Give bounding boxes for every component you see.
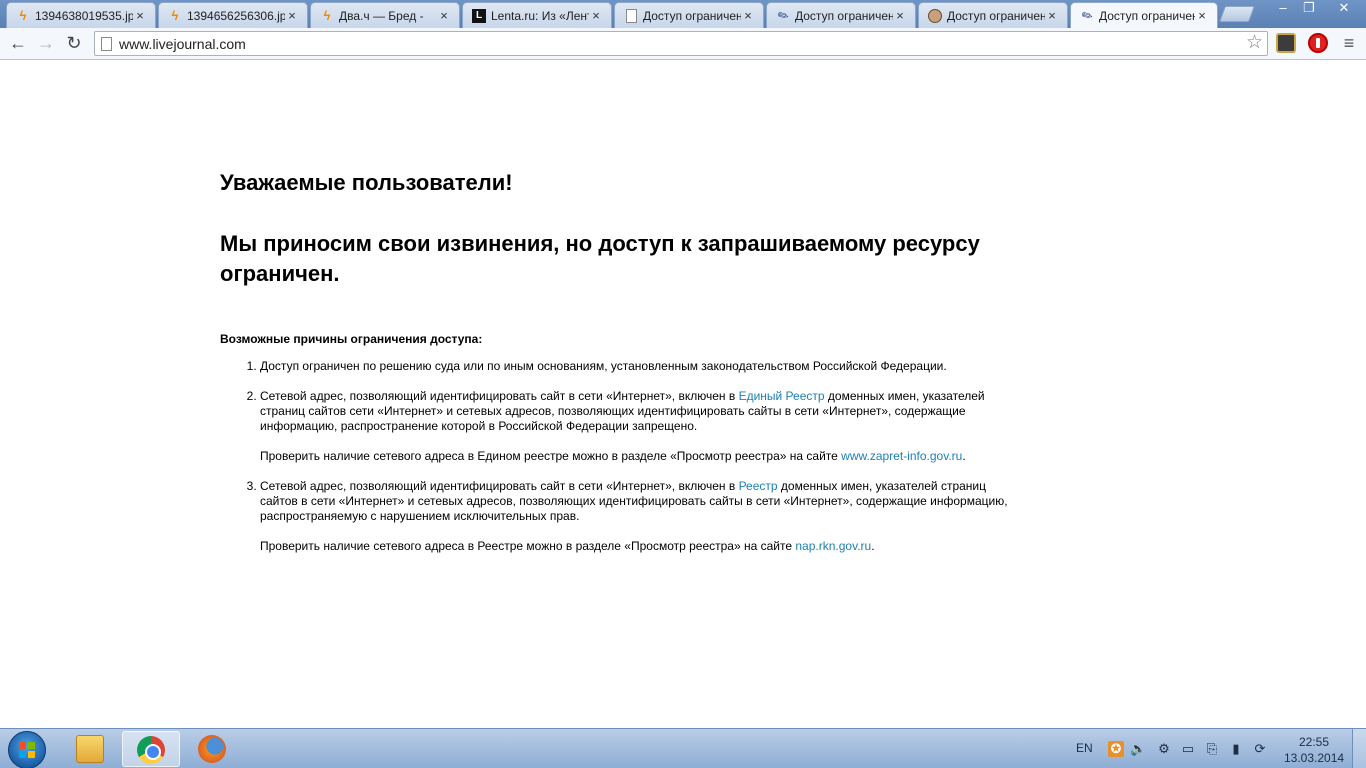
tab-2[interactable]: ϟ 1394656256306.jpg × [158, 2, 308, 28]
reason-item: Сетевой адрес, позволяющий идентифициров… [260, 479, 1010, 554]
monitor-icon[interactable]: ▭ [1180, 741, 1196, 757]
chrome-menu-button[interactable]: ≡ [1340, 33, 1358, 53]
lenta-icon: L [471, 8, 487, 24]
volume-icon[interactable]: 🔈 [1130, 741, 1146, 757]
tab-1[interactable]: ϟ 1394638019535.jpg × [6, 2, 156, 28]
reasons-heading: Возможные причины ограничения доступа: [220, 332, 483, 346]
tab-title: Lenta.ru: Из «Лент [491, 8, 589, 23]
url-text[interactable]: www.livejournal.com [119, 36, 246, 52]
show-desktop-button[interactable] [1352, 729, 1366, 768]
new-tab-button[interactable] [1219, 6, 1255, 22]
signal-icon[interactable]: ▮ [1228, 741, 1244, 757]
clock-date: 13.03.2014 [1284, 751, 1345, 765]
registry-check-text: Проверить наличие сетевого адреса в Реес… [260, 539, 1010, 554]
zapret-info-link[interactable]: www.zapret-info.gov.ru [841, 449, 962, 463]
bolt-icon: ϟ [171, 8, 179, 23]
bolt-icon: ϟ [19, 8, 27, 23]
reason-text: Доступ ограничен по решению суда или по … [260, 359, 947, 373]
nap-rkn-link[interactable]: nap.rkn.gov.ru [795, 539, 871, 553]
forward-button[interactable]: → [34, 32, 58, 56]
tab-3[interactable]: ϟ Два.ч — Бред - × [310, 2, 460, 28]
check-text-part: Проверить наличие сетевого адреса в Един… [260, 449, 842, 463]
face-icon [927, 8, 943, 24]
check-text-part: . [962, 449, 966, 463]
page-icon [623, 8, 639, 24]
tab-title: Доступ ограничен [1099, 8, 1195, 23]
tab-6[interactable]: ✎ Доступ ограничен × [766, 2, 916, 28]
minimize-button[interactable]: – [1270, 0, 1296, 18]
registry-link[interactable]: Реестр [739, 479, 778, 493]
maximize-button[interactable]: ❐ [1296, 0, 1322, 18]
taskbar-chrome[interactable] [122, 731, 180, 767]
tab-7[interactable]: Доступ ограничен × [918, 2, 1068, 28]
close-window-button[interactable]: ✕ [1326, 0, 1362, 18]
tab-close-icon[interactable]: × [437, 8, 451, 23]
unified-registry-link[interactable]: Единый Реестр [739, 389, 825, 403]
bolt-icon: ϟ [323, 8, 331, 23]
tab-title: 1394656256306.jpg [187, 8, 285, 23]
reasons-list: Доступ ограничен по решению суда или по … [220, 359, 1010, 554]
reload-button[interactable]: ↻ [62, 32, 86, 56]
pencil-icon: ✎ [774, 5, 792, 25]
chrome-icon [137, 736, 165, 764]
system-clock[interactable]: 22:55 13.03.2014 [1284, 734, 1344, 766]
tab-title: Два.ч — Бред - [339, 8, 424, 23]
tab-close-icon[interactable]: × [741, 8, 755, 23]
clock-time: 22:55 [1298, 735, 1330, 749]
page-content: Уважаемые пользователи! Мы приносим свои… [0, 61, 1366, 728]
windows-taskbar: EN ✪ 🔈 ⚙ ▭ ⎘ ▮ ⟳ 22:55 13.03.2014 [0, 728, 1366, 768]
reason-text: Сетевой адрес, позволяющий идентифициров… [260, 389, 1010, 434]
tab-8-active[interactable]: ✎ Доступ ограничен × [1070, 2, 1218, 28]
reason-item: Доступ ограничен по решению суда или по … [260, 359, 1010, 374]
apology-heading: Мы приносим свои извинения, но доступ к … [220, 231, 980, 286]
tab-close-icon[interactable]: × [1195, 8, 1209, 23]
start-button[interactable] [8, 731, 46, 768]
adblock-icon[interactable] [1308, 33, 1328, 53]
page-icon [101, 37, 112, 51]
check-text-part: Проверить наличие сетевого адреса в Реес… [260, 539, 796, 553]
tab-5[interactable]: Доступ ограничен × [614, 2, 764, 28]
tab-close-icon[interactable]: × [285, 8, 299, 23]
tab-close-icon[interactable]: × [1045, 8, 1059, 23]
tab-close-icon[interactable]: × [133, 8, 147, 23]
back-button[interactable]: ← [6, 32, 30, 56]
reason-text: Сетевой адрес, позволяющий идентифициров… [260, 479, 1010, 524]
network-share-icon[interactable]: ⚙ [1156, 741, 1172, 757]
reason-text-part: Сетевой адрес, позволяющий идентифициров… [260, 389, 739, 403]
registry-check-text: Проверить наличие сетевого адреса в Един… [260, 449, 1010, 464]
tab-close-icon[interactable]: × [893, 8, 907, 23]
browser-toolbar: ← → ↻ www.livejournal.com ☆ ≡ [0, 28, 1366, 60]
pencil-icon: ✎ [1078, 5, 1096, 25]
tab-4[interactable]: L Lenta.ru: Из «Лент × [462, 2, 612, 28]
taskbar-firefox[interactable] [184, 731, 242, 767]
blocked-notice: Уважаемые пользователи! Мы приносим свои… [220, 169, 1010, 569]
reason-item: Сетевой адрес, позволяющий идентифициров… [260, 389, 1010, 464]
greeting-heading: Уважаемые пользователи! [220, 170, 513, 195]
tab-title: Доступ ограничен [947, 8, 1045, 23]
tab-close-icon[interactable]: × [589, 8, 603, 23]
extension-icon[interactable] [1276, 33, 1296, 53]
taskbar-explorer[interactable] [62, 731, 120, 767]
tab-title: Доступ ограничен [795, 8, 893, 23]
tab-strip: ϟ 1394638019535.jpg × ϟ 1394656256306.jp… [0, 0, 1366, 28]
check-text-part: . [871, 539, 875, 553]
address-bar[interactable]: www.livejournal.com ☆ [94, 31, 1268, 56]
firefox-icon [198, 735, 226, 763]
language-indicator[interactable]: EN [1076, 741, 1093, 755]
tray-app-icon[interactable]: ✪ [1108, 741, 1124, 757]
explorer-icon [76, 735, 104, 763]
bookmark-star-icon[interactable]: ☆ [1246, 33, 1263, 53]
reason-text-part: Сетевой адрес, позволяющий идентифициров… [260, 479, 739, 493]
tab-title: Доступ ограничен [643, 8, 741, 23]
update-icon[interactable]: ⟳ [1252, 741, 1268, 757]
usb-device-icon[interactable]: ⎘ [1204, 741, 1220, 757]
tab-title: 1394638019535.jpg [35, 8, 133, 23]
